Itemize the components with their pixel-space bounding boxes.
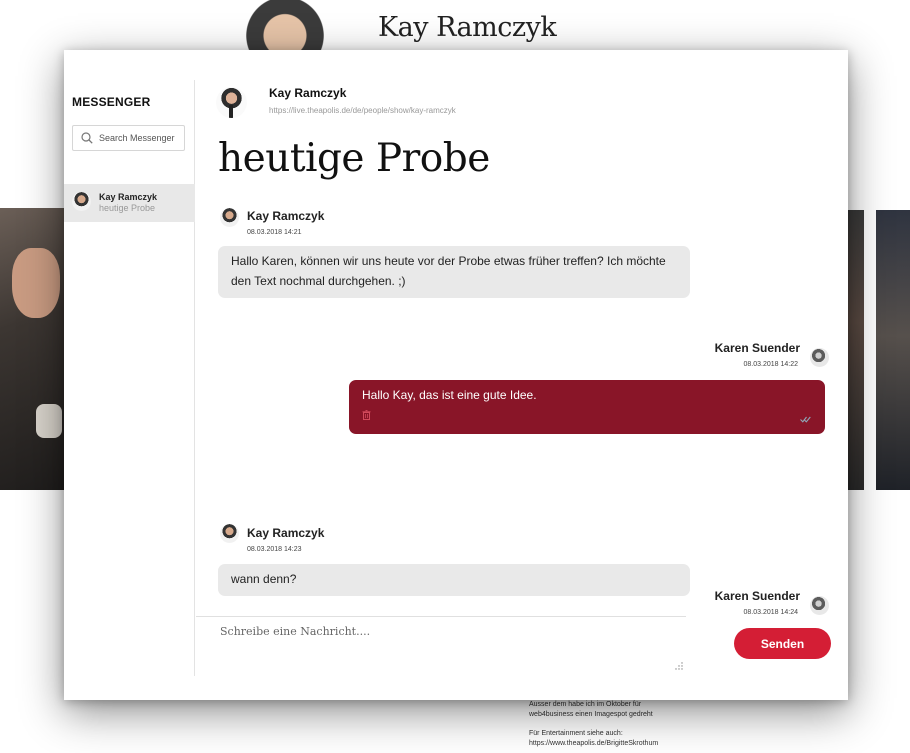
avatar <box>810 348 829 367</box>
contact-avatar[interactable] <box>216 87 247 118</box>
message-bubble: Hallo Karen, können wir uns heute vor de… <box>218 246 690 298</box>
sidebar-title: MESSENGER <box>72 95 151 109</box>
message-sender: Karen Suender <box>714 341 800 355</box>
message-bubble-outgoing: Hallo Kay, das ist eine gute Idee. <box>349 380 825 434</box>
resize-handle-icon[interactable] <box>675 662 683 670</box>
message-bubble: wann denn? <box>218 564 690 596</box>
message-time: 08.03.2018 14:21 <box>247 229 302 236</box>
background-photo-left <box>0 208 64 490</box>
read-receipt-icon <box>800 416 811 423</box>
send-button[interactable]: Senden <box>734 628 831 659</box>
contact-url[interactable]: https://live.theapolis.de/de/people/show… <box>269 106 456 115</box>
conversation-name: Kay Ramczyk <box>99 192 158 202</box>
message-time: 08.03.2018 14:23 <box>247 546 302 553</box>
footer-link[interactable]: https://www.theapolis.de/BrigitteSkrothu… <box>529 739 658 749</box>
avatar <box>220 208 239 227</box>
conversation-item[interactable]: Kay Ramczyk heutige Probe <box>64 184 195 222</box>
background-footer-text: Ausser dem habe ich im Oktober für web4b… <box>529 700 658 749</box>
conversation-panel: Kay Ramczyk https://live.theapolis.de/de… <box>196 50 848 700</box>
avatar <box>810 596 829 615</box>
conversation-subject: heutige Probe <box>99 203 156 213</box>
background-photo-right-2 <box>876 210 910 490</box>
footer-line: Für Entertainment siehe auch: <box>529 730 623 737</box>
message-text: Hallo Kay, das ist eine gute Idee. <box>362 388 537 402</box>
message-input[interactable] <box>220 625 660 669</box>
message-sender: Kay Ramczyk <box>247 209 325 223</box>
contact-name[interactable]: Kay Ramczyk <box>269 86 346 100</box>
compose-area <box>196 616 686 676</box>
conversation-title: heutige Probe <box>218 136 490 181</box>
search-icon <box>81 132 93 144</box>
message-list[interactable]: Kay Ramczyk 08.03.2018 14:21 Hallo Karen… <box>196 200 848 616</box>
message-sender: Kay Ramczyk <box>247 526 325 540</box>
avatar <box>220 524 239 543</box>
message-time: 08.03.2018 14:24 <box>743 609 799 616</box>
messenger-sidebar: MESSENGER Kay Ramczyk heutige Probe <box>64 80 195 676</box>
message-sender: Karen Suender <box>714 589 800 603</box>
search-box[interactable] <box>72 125 189 151</box>
footer-line: web4business einen Imagespot gedreht <box>529 711 653 718</box>
message-time: 08.03.2018 14:22 <box>743 361 799 368</box>
search-input[interactable] <box>99 133 189 143</box>
footer-line: Ausser dem habe ich im Oktober für <box>529 701 642 708</box>
background-profile-name: Kay Ramczyk <box>378 12 557 43</box>
background-photo-right <box>848 210 864 490</box>
avatar <box>72 192 91 211</box>
messenger-modal: MESSENGER Kay Ramczyk heutige Probe Kay … <box>64 50 848 700</box>
trash-icon[interactable] <box>362 410 371 420</box>
